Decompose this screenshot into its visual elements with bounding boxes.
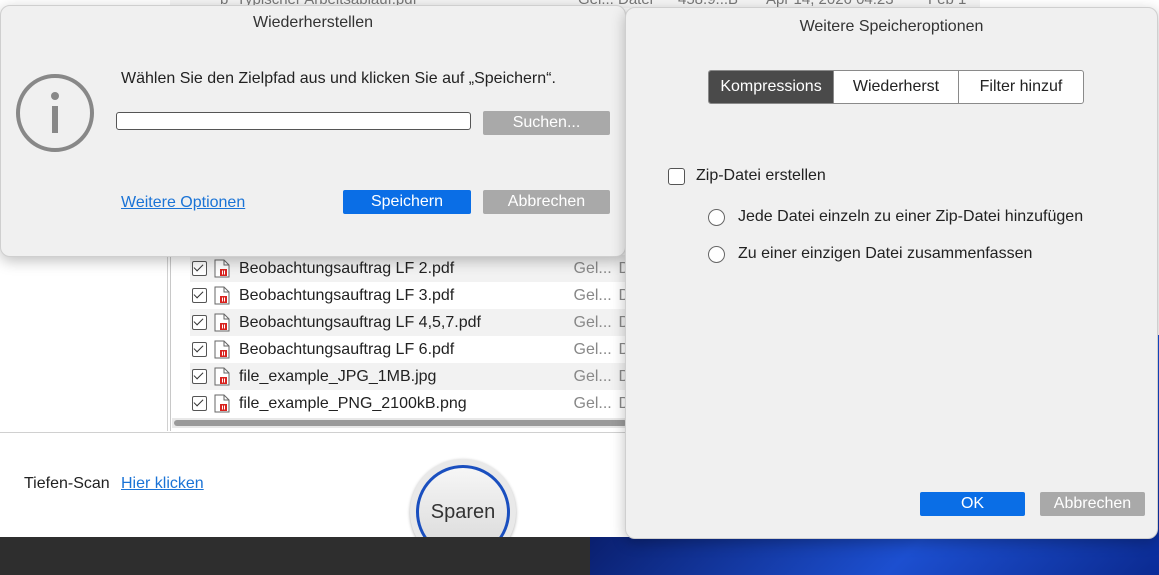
file-status: Gel...	[573, 394, 612, 412]
dialog-title: Weitere Speicheroptionen	[799, 18, 984, 35]
zip-option-row: Zip-Datei erstellen	[668, 167, 826, 185]
file-checkbox[interactable]	[192, 288, 207, 303]
restore-dialog: Wiederherstellen Wählen Sie den Zielpfad…	[0, 5, 626, 257]
file-icon	[214, 340, 230, 359]
taskbar-dark-area	[0, 537, 590, 575]
file-icon	[214, 286, 230, 305]
file-icon	[214, 259, 230, 278]
file-name: file_example_PNG_2100kB.png	[238, 394, 467, 412]
file-row[interactable]: file_example_JPG_1MB.jpgGel...D	[190, 363, 630, 390]
search-path-button[interactable]: Suchen...	[483, 111, 610, 135]
ok-button[interactable]: OK	[920, 492, 1025, 516]
file-status: Gel...	[573, 367, 612, 385]
horizontal-scrollbar[interactable]	[172, 418, 632, 428]
zip-checkbox[interactable]	[668, 167, 685, 185]
file-icon	[214, 394, 230, 413]
desktop-wallpaper	[590, 537, 1159, 575]
file-row[interactable]: Beobachtungsauftrag LF 2.pdfGel...D	[190, 255, 630, 282]
file-icon	[214, 313, 230, 332]
dialog-prompt: Wählen Sie den Zielpfad aus und klicken …	[121, 70, 556, 87]
file-row[interactable]: Beobachtungsauftrag LF 6.pdfGel...D	[190, 336, 630, 363]
file-name: Beobachtungsauftrag LF 3.pdf	[238, 286, 455, 304]
file-name: Beobachtungsauftrag LF 4,5,7.pdf	[238, 313, 481, 331]
file-icon	[214, 367, 230, 386]
left-tree-panel	[0, 255, 168, 431]
file-checkbox[interactable]	[192, 342, 207, 357]
file-list: Beobachtungsauftrag LF 2.pdfGel...DBeoba…	[172, 255, 632, 417]
deep-scan-link[interactable]: Hier klicken	[121, 475, 204, 493]
radio-row-single-file: Zu einer einzigen Datei zusammenfassen	[708, 245, 1032, 263]
radio-row-each-file: Jede Datei einzeln zu einer Zip-Datei hi…	[708, 208, 1083, 226]
cancel-button[interactable]: Abbrechen	[483, 190, 610, 214]
radio-each-file-label: Jede Datei einzeln zu einer Zip-Datei hi…	[738, 208, 1084, 225]
file-row[interactable]: file_example_PNG_2100kB.pngGel...D	[190, 390, 630, 417]
file-status: Gel...	[573, 286, 612, 304]
save-button[interactable]: Speichern	[343, 190, 471, 214]
file-name: Beobachtungsauftrag LF 2.pdf	[238, 259, 455, 277]
tab-restore[interactable]: Wiederherst	[833, 71, 958, 103]
tab-compression[interactable]: Kompressions	[709, 71, 833, 103]
panel-divider	[170, 255, 171, 431]
file-checkbox[interactable]	[192, 396, 207, 411]
file-row[interactable]: Beobachtungsauftrag LF 3.pdfGel...D	[190, 282, 630, 309]
deep-scan-label: Tiefen-Scan	[24, 475, 110, 492]
file-checkbox[interactable]	[192, 261, 207, 276]
radio-single-file-label: Zu einer einzigen Datei zusammenfassen	[738, 245, 1033, 262]
more-save-options-dialog: Weitere Speicheroptionen Kompressions Wi…	[625, 7, 1158, 539]
scrollbar-thumb[interactable]	[174, 420, 627, 426]
file-status: Gel...	[573, 340, 612, 358]
file-name: Beobachtungsauftrag LF 6.pdf	[238, 340, 455, 358]
info-icon	[16, 74, 94, 152]
radio-each-file[interactable]	[708, 208, 725, 226]
dialog-title: Wiederherstellen	[252, 14, 374, 31]
zip-checkbox-label: Zip-Datei erstellen	[696, 167, 826, 184]
cancel-button[interactable]: Abbrechen	[1040, 492, 1145, 516]
options-tab-bar: Kompressions Wiederherst Filter hinzuf	[708, 70, 1084, 104]
file-status: Gel...	[573, 313, 612, 331]
file-checkbox[interactable]	[192, 315, 207, 330]
file-checkbox[interactable]	[192, 369, 207, 384]
destination-path-input[interactable]	[116, 112, 471, 130]
radio-single-file[interactable]	[708, 245, 725, 263]
tab-add-filter[interactable]: Filter hinzuf	[958, 71, 1083, 103]
file-status: Gel...	[573, 259, 612, 277]
file-name: file_example_JPG_1MB.jpg	[238, 367, 437, 385]
file-row[interactable]: Beobachtungsauftrag LF 4,5,7.pdfGel...D	[190, 309, 630, 336]
more-options-link[interactable]: Weitere Optionen	[121, 194, 245, 212]
